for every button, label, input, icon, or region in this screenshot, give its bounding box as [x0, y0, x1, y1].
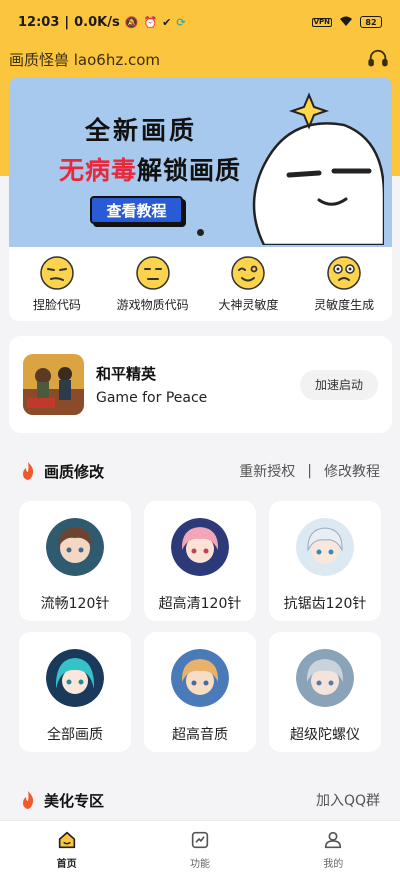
battery-icon: 82: [360, 16, 382, 28]
tab-home-label: 首页: [56, 859, 77, 870]
carousel-indicator[interactable]: [197, 229, 204, 236]
sync-icon: ⟳: [176, 15, 186, 29]
avatar: [296, 649, 354, 707]
quality-card-label: 全部画质: [47, 727, 103, 743]
tab-home[interactable]: 首页: [0, 821, 133, 888]
tab-features[interactable]: 功能: [133, 821, 266, 888]
quick-sensitivity-generator-label: 灵敏度生成: [314, 298, 375, 312]
quality-card-label: 抗锯齿120针: [283, 596, 367, 612]
flame-icon: [23, 462, 34, 480]
quick-material-code[interactable]: 游戏物质代码: [105, 247, 201, 321]
game-card: 和平精英 Game for Peace 加速启动: [9, 336, 392, 433]
banner-headline: 全新画质: [85, 116, 198, 145]
headset-icon[interactable]: [365, 46, 391, 72]
quick-face-code[interactable]: 捏脸代码: [9, 247, 105, 321]
chart-icon: [191, 831, 209, 849]
status-time: 12:03: [18, 14, 60, 30]
mute-icon: 🔕: [124, 15, 139, 29]
view-tutorial-button[interactable]: 查看教程: [90, 196, 183, 224]
bottom-tab-bar: 首页 功能 我的: [0, 820, 400, 888]
status-bar: 12:03 | 0.0K/s 🔕 ⏰ ✔ ⟳ VPN 82: [0, 0, 400, 44]
link-separator: |: [307, 463, 312, 479]
banner-subline: 无病毒解锁画质: [59, 151, 241, 187]
boost-launch-button[interactable]: 加速启动: [300, 369, 378, 400]
avatar: [46, 518, 104, 576]
quality-card-gyroscope[interactable]: 超级陀螺仪: [269, 632, 381, 752]
vpn-icon: VPN: [311, 17, 332, 27]
smirk-face-icon: [40, 256, 74, 290]
avatar: [171, 518, 229, 576]
quality-card-label: 超高清120针: [158, 596, 242, 612]
edit-tutorial-link[interactable]: 修改教程: [324, 461, 380, 481]
neutral-face-icon: [135, 256, 170, 290]
tab-profile[interactable]: 我的: [267, 821, 400, 888]
quick-pro-sensitivity[interactable]: 大神灵敏度: [201, 247, 297, 321]
join-qq-group-link[interactable]: 加入QQ群: [316, 790, 380, 810]
quality-card-label: 流畅120针: [40, 596, 110, 612]
check-icon: ✔: [162, 15, 172, 29]
dizzy-face-icon: [327, 256, 361, 290]
game-name-cn: 和平精英: [96, 365, 157, 383]
home-icon: [58, 831, 75, 849]
alarm-icon: ⏰: [143, 15, 158, 29]
quality-card-ultra-audio[interactable]: 超高音质: [144, 632, 256, 752]
reauthorize-link[interactable]: 重新授权: [239, 461, 295, 481]
flame-icon: [23, 791, 34, 809]
quick-actions-row: 捏脸代码 游戏物质代码 大神灵敏度 灵敏度生成: [9, 247, 392, 321]
user-icon: [325, 831, 342, 849]
network-speed: 0.0K/s: [74, 14, 120, 30]
beautify-section-header: 美化专区 加入QQ群: [20, 787, 380, 813]
quality-card-all-quality[interactable]: 全部画质: [19, 632, 131, 752]
banner-subline-dark: 解锁画质: [137, 156, 242, 185]
beautify-section-title: 美化专区: [44, 791, 105, 810]
tab-profile-label: 我的: [323, 859, 344, 870]
meme-face-illustration: [252, 92, 384, 245]
avatar: [296, 518, 354, 576]
avatar: [171, 649, 229, 707]
app-title: 画质怪兽 lao6hz.com: [9, 50, 161, 69]
quick-pro-sensitivity-label: 大神灵敏度: [218, 298, 279, 312]
avatar: [46, 649, 104, 707]
promo-banner[interactable]: 全新画质 无病毒解锁画质 查看教程: [9, 77, 392, 247]
quality-card-label: 超级陀螺仪: [290, 727, 360, 743]
wifi-icon: [338, 15, 354, 29]
quality-card-antialias[interactable]: 抗锯齿120针: [269, 501, 381, 621]
quality-section-header: 画质修改 重新授权 | 修改教程: [20, 458, 380, 484]
quick-material-code-label: 游戏物质代码: [116, 298, 189, 312]
wink-face-icon: [231, 256, 266, 290]
quality-grid: 流畅120针 超高清120针 抗锯齿120针 全部画质 超高音质 超级陀螺仪: [19, 501, 381, 752]
quality-card-label: 超高音质: [172, 727, 228, 743]
quick-face-code-label: 捏脸代码: [32, 298, 81, 312]
quality-card-smooth[interactable]: 流畅120针: [19, 501, 131, 621]
quick-sensitivity-generator[interactable]: 灵敏度生成: [296, 247, 392, 321]
app-header: 画质怪兽 lao6hz.com: [0, 44, 400, 74]
quality-card-ultra-hd[interactable]: 超高清120针: [144, 501, 256, 621]
game-name-en: Game for Peace: [96, 390, 208, 406]
game-app-icon: [23, 354, 84, 415]
banner-subline-red: 无病毒: [59, 156, 138, 185]
battery-level: 82: [365, 17, 377, 27]
quality-section-title: 画质修改: [44, 462, 105, 481]
tab-features-label: 功能: [189, 859, 210, 870]
